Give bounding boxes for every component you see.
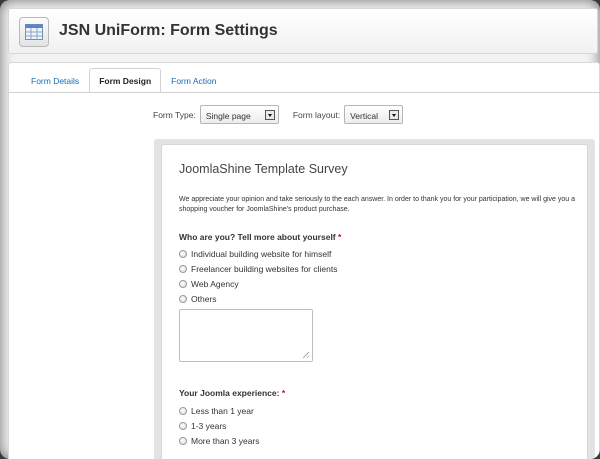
option-label: Others <box>191 294 217 304</box>
radio-option[interactable]: More than 3 years <box>179 436 260 446</box>
form-title[interactable]: JoomlaShine Template Survey <box>179 162 348 176</box>
option-label: Freelancer building websites for clients <box>191 264 338 274</box>
tab-form-design[interactable]: Form Design <box>89 68 162 93</box>
radio-option[interactable]: Less than 1 year <box>179 406 254 416</box>
radio-button[interactable] <box>179 422 187 430</box>
tab-divider <box>9 92 600 93</box>
required-mark: * <box>338 232 342 242</box>
resize-grip-icon[interactable] <box>303 352 309 358</box>
required-mark: * <box>281 388 286 398</box>
radio-option[interactable]: Individual building website for himself <box>179 249 331 259</box>
option-label: Less than 1 year <box>191 406 254 416</box>
form-layout-select[interactable]: Vertical <box>344 105 404 124</box>
radio-button[interactable] <box>179 265 187 273</box>
radio-option[interactable]: Others <box>179 294 217 304</box>
tab-form-action[interactable]: Form Action <box>161 68 226 93</box>
form-layout-label: Form layout: <box>292 109 341 120</box>
app-frame: JSN UniForm: Form Settings Form Details … <box>0 0 600 459</box>
question-text: Your Joomla experience: <box>179 388 280 398</box>
radio-button[interactable] <box>179 250 187 258</box>
form-preview: JoomlaShine Template Survey We appreciat… <box>161 144 588 459</box>
option-label: 1-3 years <box>191 421 227 431</box>
radio-option[interactable]: Freelancer building websites for clients <box>179 264 337 274</box>
radio-button[interactable] <box>179 407 187 415</box>
option-label: Individual building website for himself <box>191 249 332 259</box>
question-label[interactable]: Who are you? Tell more about yourself * <box>179 232 341 242</box>
form-type-select[interactable]: Single page <box>199 105 279 124</box>
form-description[interactable]: We appreciate your opinion and take seri… <box>179 195 579 215</box>
question-text: Who are you? Tell more about yourself <box>179 232 336 242</box>
page-header: JSN UniForm: Form Settings <box>8 8 598 54</box>
form-type-value: Single page <box>205 111 251 121</box>
radio-button[interactable] <box>179 437 187 445</box>
form-layout-value: Vertical <box>350 111 378 121</box>
chevron-down-icon <box>264 110 275 120</box>
others-textarea[interactable] <box>179 309 313 362</box>
question-label[interactable]: Your Joomla experience: * <box>179 388 285 398</box>
radio-button[interactable] <box>179 295 187 303</box>
page-title: JSN UniForm: Form Settings <box>59 22 278 39</box>
option-label: More than 3 years <box>191 436 260 446</box>
chevron-down-icon <box>389 110 400 120</box>
settings-panel: Form Details Form Design Form Action For… <box>8 62 600 459</box>
tab-bar: Form Details Form Design Form Action <box>21 68 227 93</box>
design-toolbar: Form Type: Single page Form layout: Vert… <box>153 105 404 124</box>
tab-form-details[interactable]: Form Details <box>21 68 89 93</box>
form-grid-icon <box>19 17 49 47</box>
radio-option[interactable]: 1-3 years <box>179 421 226 431</box>
option-label: Web Agency <box>191 279 239 289</box>
form-type-label: Form Type: <box>153 109 196 120</box>
form-preview-container: JoomlaShine Template Survey We appreciat… <box>154 139 595 459</box>
radio-option[interactable]: Web Agency <box>179 279 239 289</box>
radio-button[interactable] <box>179 280 187 288</box>
